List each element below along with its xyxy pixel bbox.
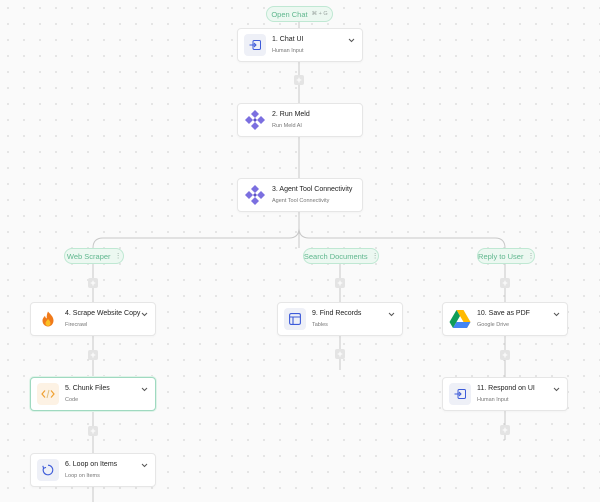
node-subtitle: Firecrawl bbox=[65, 322, 88, 328]
node-run-meld[interactable]: 2. Run Meld Run Meld AI bbox=[237, 103, 363, 137]
flame-icon bbox=[37, 308, 59, 330]
node-subtitle: Code bbox=[65, 397, 79, 403]
node-agent-tool-connectivity[interactable]: 3. Agent Tool Connectivity Agent Tool Co… bbox=[237, 178, 363, 212]
loop-icon bbox=[37, 459, 59, 481]
more-options-icon[interactable]: ⋮ bbox=[115, 252, 122, 260]
branch-search-documents[interactable]: Search Documents ⋮ bbox=[303, 248, 379, 264]
keyboard-shortcut: ⌘ + G bbox=[311, 11, 328, 17]
branch-web-scraper[interactable]: Web Scraper ⋮ bbox=[64, 248, 124, 264]
chevron-down-icon[interactable] bbox=[141, 387, 148, 392]
node-find-records[interactable]: 9. Find Records Tables bbox=[277, 302, 403, 336]
more-options-icon[interactable]: ⋮ bbox=[372, 252, 379, 260]
node-respond-on-ui[interactable]: 11. Respond on UI Human Input bbox=[442, 377, 568, 411]
more-options-icon[interactable]: ⋮ bbox=[527, 252, 534, 260]
node-title: 9. Find Records bbox=[312, 310, 362, 317]
node-save-as-pdf[interactable]: 10. Save as PDF Google Drive bbox=[442, 302, 568, 336]
node-subtitle: Run Meld AI bbox=[272, 123, 302, 129]
add-step-button[interactable]: + bbox=[500, 350, 510, 360]
add-step-button[interactable]: + bbox=[500, 425, 510, 435]
node-subtitle: Loop on Items bbox=[65, 473, 100, 479]
node-subtitle: Human Input bbox=[477, 397, 509, 403]
meld-logo-icon bbox=[244, 184, 266, 206]
node-subtitle: Human Input bbox=[272, 48, 304, 54]
chevron-down-icon[interactable] bbox=[388, 312, 395, 317]
branch-label: Web Scraper bbox=[66, 251, 111, 261]
chevron-down-icon[interactable] bbox=[553, 387, 560, 392]
add-step-button[interactable]: + bbox=[88, 278, 98, 288]
google-drive-icon bbox=[449, 308, 471, 330]
node-title: 1. Chat UI bbox=[272, 36, 304, 43]
chevron-down-icon[interactable] bbox=[348, 38, 355, 43]
branch-label: Reply to User bbox=[478, 251, 524, 261]
node-title: 5. Chunk Files bbox=[65, 385, 110, 392]
open-chat-button[interactable]: Open Chat ⌘ + G bbox=[266, 6, 333, 22]
node-subtitle: Tables bbox=[312, 322, 328, 328]
node-loop-on-items[interactable]: 6. Loop on Items Loop on Items bbox=[30, 453, 156, 487]
node-title: 10. Save as PDF bbox=[477, 310, 530, 317]
branch-reply-to-user[interactable]: Reply to User ⋮ bbox=[477, 248, 535, 264]
node-chat-ui[interactable]: 1. Chat UI Human Input bbox=[237, 28, 363, 62]
add-step-button[interactable]: + bbox=[335, 278, 345, 288]
node-title: 6. Loop on Items bbox=[65, 461, 118, 468]
add-step-button[interactable]: + bbox=[88, 350, 98, 360]
input-arrow-icon bbox=[449, 383, 471, 405]
chevron-down-icon[interactable] bbox=[141, 312, 148, 317]
chevron-down-icon[interactable] bbox=[553, 312, 560, 317]
chevron-down-icon[interactable] bbox=[141, 463, 148, 468]
input-arrow-icon bbox=[244, 34, 266, 56]
table-icon bbox=[284, 308, 306, 330]
node-title: 3. Agent Tool Connectivity bbox=[272, 186, 353, 193]
add-step-button[interactable]: + bbox=[294, 75, 304, 85]
node-chunk-files[interactable]: 5. Chunk Files Code bbox=[30, 377, 156, 411]
meld-logo-icon bbox=[244, 109, 266, 131]
add-step-button[interactable]: + bbox=[88, 426, 98, 436]
node-title: 2. Run Meld bbox=[272, 111, 310, 118]
node-subtitle: Agent Tool Connectivity bbox=[272, 198, 330, 204]
open-chat-label: Open Chat bbox=[271, 9, 308, 19]
code-icon bbox=[37, 383, 59, 405]
add-step-button[interactable]: + bbox=[335, 349, 345, 359]
node-scrape-website-copy[interactable]: 4. Scrape Website Copy Firecrawl bbox=[30, 302, 156, 336]
node-subtitle: Google Drive bbox=[477, 322, 510, 328]
branch-label: Search Documents bbox=[303, 251, 368, 261]
add-step-button[interactable]: + bbox=[500, 278, 510, 288]
node-title: 11. Respond on UI bbox=[477, 385, 535, 392]
node-title: 4. Scrape Website Copy bbox=[65, 310, 141, 317]
